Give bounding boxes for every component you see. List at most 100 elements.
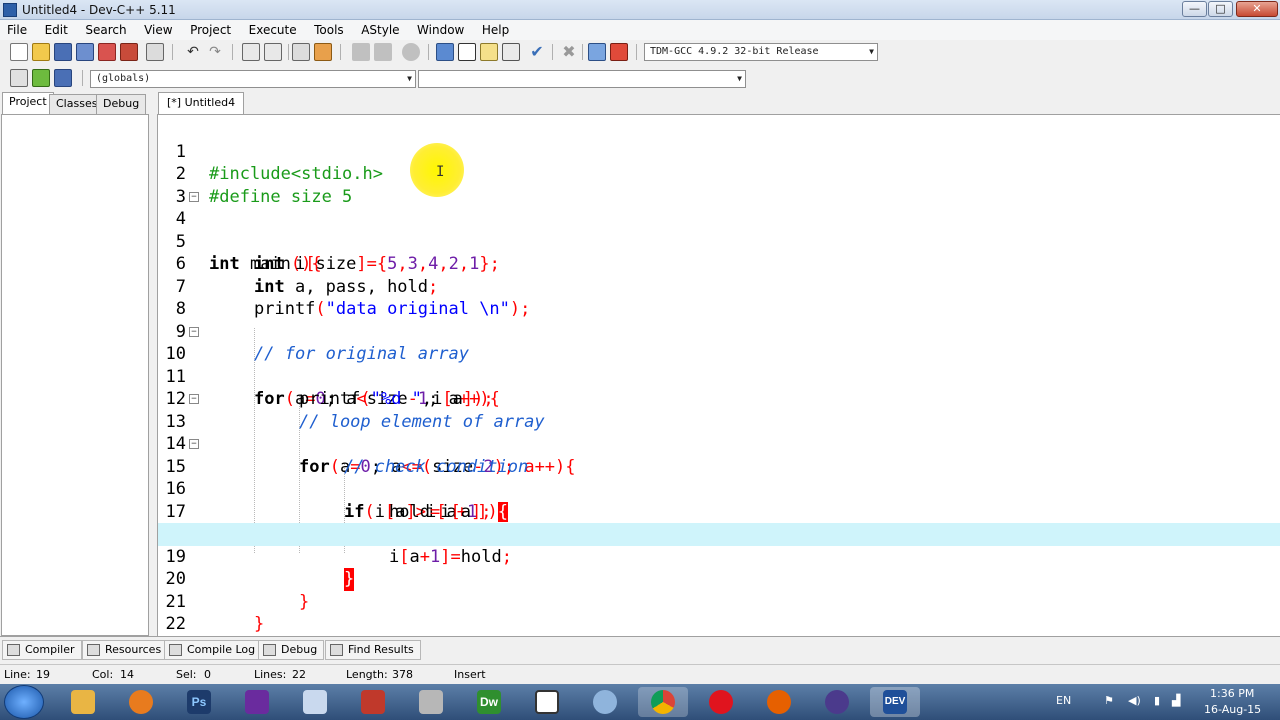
insert-icon[interactable] <box>10 69 28 87</box>
menu-help[interactable]: Help <box>475 20 516 40</box>
tab-debug-output[interactable]: Debug <box>258 640 325 660</box>
toolbar-separator <box>82 70 83 86</box>
line-number: 22 <box>165 614 186 634</box>
code-editor[interactable]: 1 #include<stdio.h> 2 #define size 5 3 4… <box>157 114 1280 636</box>
open-file-icon[interactable] <box>32 43 50 61</box>
menu-edit[interactable]: Edit <box>38 20 75 40</box>
cube-icon <box>303 690 327 714</box>
taskbar-tools[interactable] <box>406 687 456 717</box>
taskbar-media-player[interactable] <box>116 687 166 717</box>
stop-execution-icon[interactable]: ✖ <box>560 43 578 61</box>
current-line: 19 } <box>158 523 1280 591</box>
profile-icon[interactable] <box>588 43 606 61</box>
taskbar-devcpp[interactable]: DEV <box>870 687 920 717</box>
unindent-icon[interactable] <box>352 43 370 61</box>
volume-icon[interactable]: ◀) <box>1128 694 1141 707</box>
taskbar-opera[interactable] <box>696 687 746 717</box>
menu-search[interactable]: Search <box>78 20 133 40</box>
taskbar: Ps Dw DEV EN ⚑ ◀) ▮ ▟ 1:36 PM 16-Aug-15 <box>0 684 1280 720</box>
taskbar-network[interactable] <box>580 687 630 717</box>
media-icon <box>825 690 849 714</box>
taskbar-dreamweaver[interactable]: Dw <box>464 687 514 717</box>
compiler-select[interactable]: TDM-GCC 4.9.2 32-bit Release ▼ <box>644 43 878 61</box>
minimize-button[interactable]: — <box>1182 1 1207 17</box>
flag-icon[interactable]: ⚑ <box>1104 694 1114 707</box>
fold-toggle-icon[interactable]: − <box>189 439 199 449</box>
toggle-bookmark-icon[interactable] <box>54 69 72 87</box>
code-line: 18 i[a+1]=hold; <box>158 501 1280 567</box>
tab-find-results[interactable]: Find Results <box>325 640 421 660</box>
language-indicator[interactable]: EN <box>1056 694 1071 707</box>
code-line: 17 i[a]=i[a+1]; <box>158 478 1280 545</box>
debug-icon[interactable] <box>610 43 628 61</box>
goto-icon[interactable] <box>32 69 50 87</box>
menu-tools[interactable]: Tools <box>307 20 351 40</box>
syntax-check-icon[interactable]: ✔ <box>528 43 546 61</box>
toolbar-separator <box>636 44 637 60</box>
menu-astyle[interactable]: AStyle <box>354 20 406 40</box>
indent-icon[interactable] <box>374 43 392 61</box>
close-file-icon[interactable] <box>98 43 116 61</box>
compile-run-icon[interactable] <box>480 43 498 61</box>
replace-icon[interactable] <box>264 43 282 61</box>
project-tree[interactable] <box>1 114 149 636</box>
undo-icon[interactable]: ↶ <box>184 43 202 61</box>
maximize-button[interactable]: □ <box>1208 1 1233 17</box>
close-all-icon[interactable] <box>120 43 138 61</box>
clock-date[interactable]: 16-Aug-15 <box>1204 703 1261 716</box>
toolbar-separator <box>582 44 583 60</box>
goto-line-icon[interactable] <box>292 43 310 61</box>
find-icon[interactable] <box>242 43 260 61</box>
save-all-icon[interactable] <box>76 43 94 61</box>
taskbar-media[interactable] <box>812 687 862 717</box>
windows-start-button[interactable] <box>4 685 44 719</box>
taskbar-firefox[interactable] <box>754 687 804 717</box>
editor-tab-untitled4[interactable]: [*] Untitled4 <box>158 92 245 114</box>
toolbar-separator <box>428 44 429 60</box>
debug-icon <box>263 644 276 656</box>
run-icon[interactable] <box>458 43 476 61</box>
fold-toggle-icon[interactable]: − <box>189 191 199 202</box>
compile-icon[interactable] <box>436 43 454 61</box>
menu-project[interactable]: Project <box>183 20 238 40</box>
fold-toggle-icon[interactable]: − <box>189 394 199 404</box>
signal-icon[interactable]: ▟ <box>1172 694 1180 707</box>
title-bar: Untitled4 - Dev-C++ 5.11 — □ ✕ <box>0 0 1280 20</box>
close-button[interactable]: ✕ <box>1236 1 1278 17</box>
code-line: 22 } <box>158 591 1280 634</box>
menu-execute[interactable]: Execute <box>242 20 304 40</box>
status-length-label: Length: <box>346 668 388 681</box>
tab-debug[interactable]: Debug <box>96 94 147 114</box>
scope-select[interactable]: (globals) ▼ <box>90 70 416 88</box>
tab-debug-label: Debug <box>281 643 318 656</box>
rebuild-all-icon[interactable] <box>502 43 520 61</box>
member-select[interactable]: ▼ <box>418 70 746 88</box>
menu-file[interactable]: File <box>0 20 34 40</box>
tab-compiler[interactable]: Compiler <box>2 640 82 660</box>
tab-resources[interactable]: Resources <box>82 640 169 660</box>
tab-compile-log[interactable]: Compile Log <box>164 640 263 660</box>
save-icon[interactable] <box>54 43 72 61</box>
toolbar-separator <box>232 44 233 60</box>
network-icon <box>593 690 617 714</box>
taskbar-explorer[interactable] <box>58 687 108 717</box>
taskbar-app[interactable] <box>290 687 340 717</box>
menu-window[interactable]: Window <box>410 20 471 40</box>
taskbar-visual-studio[interactable] <box>232 687 282 717</box>
taskbar-photoshop[interactable]: Ps <box>174 687 224 717</box>
bookmark-icon[interactable] <box>314 43 332 61</box>
taskbar-editor[interactable] <box>348 687 398 717</box>
network-status-icon[interactable]: ▮ <box>1154 694 1160 707</box>
taskbar-chrome[interactable] <box>638 687 688 717</box>
toggle-comment-icon[interactable] <box>402 43 420 61</box>
code-line: 5 int i[size]={5,3,4,2,1}; <box>158 208 1280 275</box>
new-file-icon[interactable] <box>10 43 28 61</box>
print-icon[interactable] <box>146 43 164 61</box>
fold-toggle-icon[interactable]: − <box>189 326 199 337</box>
tab-project[interactable]: Project <box>2 92 54 114</box>
class-toolbar: (globals) ▼ ▼ <box>0 66 760 90</box>
menu-view[interactable]: View <box>137 20 179 40</box>
taskbar-window[interactable] <box>522 687 572 717</box>
clock-time[interactable]: 1:36 PM <box>1210 687 1254 700</box>
redo-icon[interactable]: ↷ <box>206 43 224 61</box>
